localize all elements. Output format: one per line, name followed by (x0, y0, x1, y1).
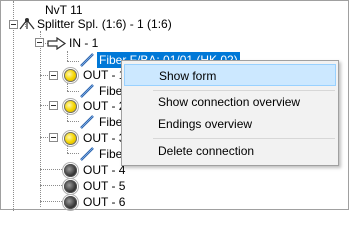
splitter-icon (19, 18, 35, 30)
lamp-active-icon (62, 98, 79, 115)
tree-line (40, 137, 48, 138)
collapse-toggle[interactable] (49, 133, 58, 142)
tree-line (13, 1, 14, 211)
tree-line (67, 83, 68, 91)
collapse-toggle[interactable] (49, 101, 58, 110)
lamp-inactive-icon (62, 162, 79, 179)
tree-line (40, 31, 41, 207)
tree-line (40, 105, 48, 106)
tree-line (67, 91, 79, 92)
menu-item-label: Show form (159, 69, 217, 83)
lamp-inactive-icon (62, 178, 79, 195)
menu-item-label: Delete connection (158, 144, 255, 158)
lamp-active-icon (62, 130, 79, 147)
tree-line (40, 75, 48, 76)
tree-line (67, 51, 68, 61)
tree-line (67, 153, 79, 154)
input-arrow-icon (47, 37, 67, 50)
context-menu: Show form Show connection overview Endin… (121, 60, 339, 166)
menu-item-show-connection-overview[interactable]: Show connection overview (124, 91, 336, 113)
menu-item-delete-connection[interactable]: Delete connection (124, 140, 336, 162)
menu-item-label: Show connection overview (158, 95, 301, 109)
tree-node-out-label: OUT - 6 (83, 195, 126, 209)
tree-line (40, 169, 62, 170)
lamp-inactive-icon (62, 194, 79, 211)
fiber-icon (80, 147, 94, 161)
tree-line (40, 185, 62, 186)
menu-item-label: Endings overview (158, 117, 253, 131)
menu-item-show-form[interactable]: Show form (124, 64, 336, 86)
tree-node-splitter-label: Splitter Spl. (1:6) - 1 (1:6) (37, 17, 172, 31)
menu-separator (153, 138, 335, 139)
menu-item-endings-overview[interactable]: Endings overview (124, 113, 336, 135)
tree-node-in-1-label: IN - 1 (69, 36, 99, 50)
lamp-active-icon (62, 67, 79, 84)
collapse-toggle[interactable] (9, 20, 18, 29)
collapse-toggle[interactable] (35, 38, 44, 47)
tree-line (67, 121, 79, 122)
tree-line (40, 201, 62, 202)
collapse-toggle[interactable] (49, 71, 58, 80)
fiber-icon (80, 115, 94, 129)
tree-line (67, 61, 79, 62)
